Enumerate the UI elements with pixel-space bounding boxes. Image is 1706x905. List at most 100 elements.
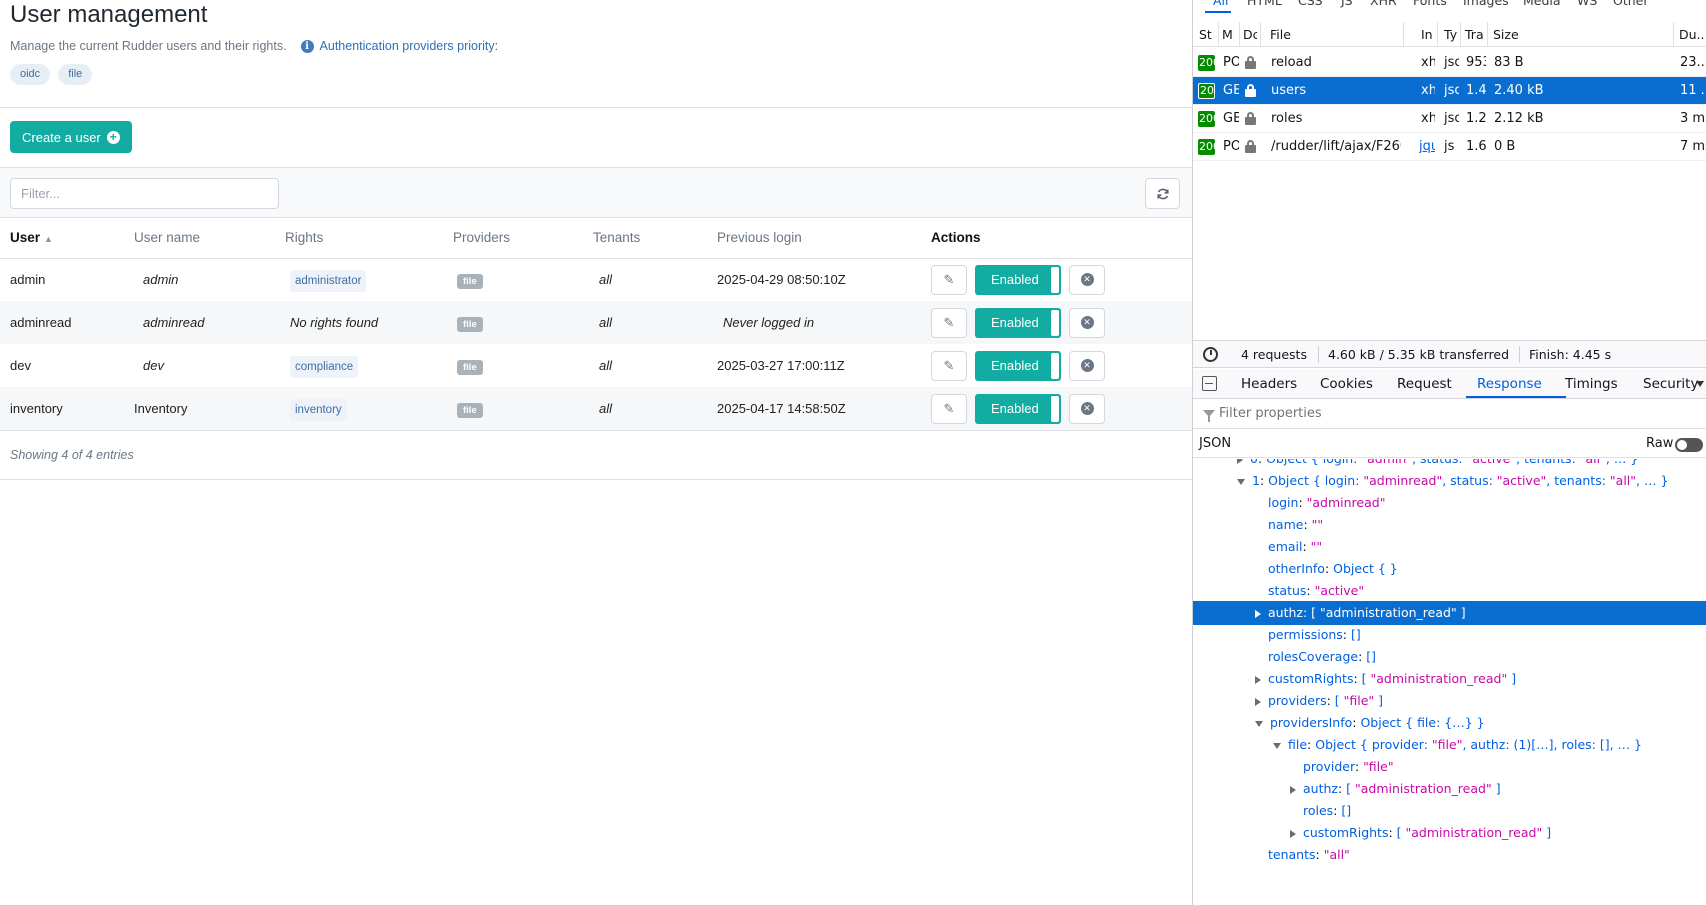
- request-row[interactable]: 200 GE roles xh jso 1.27 2.12 kB 3 ms: [1193, 105, 1706, 133]
- json-tree-row[interactable]: name: "": [1193, 513, 1706, 537]
- status-toggle[interactable]: Enabled: [975, 264, 1061, 295]
- collapsed-arrow-icon[interactable]: [1255, 609, 1261, 618]
- json-tree-row[interactable]: email: "": [1193, 535, 1706, 559]
- json-tree-row[interactable]: customRights: [ "administration_read" ]: [1193, 821, 1706, 845]
- delete-user-button[interactable]: ✕: [1069, 350, 1105, 381]
- json-value: []: [1366, 649, 1376, 664]
- raw-toggle[interactable]: [1675, 438, 1703, 452]
- request-duration: 3 ms: [1680, 111, 1706, 126]
- json-tree-row[interactable]: otherInfo: Object { }: [1193, 557, 1706, 581]
- tab-timings[interactable]: Timings: [1565, 376, 1618, 392]
- json-colon: :: [1388, 825, 1397, 840]
- edit-user-button[interactable]: ✎: [931, 393, 967, 424]
- filter-tab-ws[interactable]: WS: [1577, 0, 1597, 8]
- collapsed-arrow-icon[interactable]: [1237, 459, 1243, 464]
- json-tree-row[interactable]: provider: "file": [1193, 755, 1706, 779]
- column-providers[interactable]: Providers: [443, 218, 583, 259]
- request-row[interactable]: 200 PO reload xh jso 953 83 B 23...: [1193, 49, 1706, 77]
- tab-response[interactable]: Response: [1477, 376, 1542, 392]
- json-key: email: [1268, 539, 1303, 554]
- json-tree-row[interactable]: roles: []: [1193, 799, 1706, 823]
- expanded-arrow-icon[interactable]: [1255, 720, 1263, 727]
- filter-tab-html[interactable]: HTML: [1247, 0, 1282, 8]
- collapsed-arrow-icon[interactable]: [1290, 785, 1296, 794]
- edit-user-button[interactable]: ✎: [931, 307, 967, 338]
- delete-user-button[interactable]: ✕: [1069, 307, 1105, 338]
- json-colon: :: [1353, 671, 1362, 686]
- json-value-part: , authz: (1)[…], roles: [], … }: [1462, 737, 1642, 752]
- request-initiator-link[interactable]: jqu: [1419, 139, 1435, 154]
- column-previous-login[interactable]: Previous login: [707, 218, 921, 259]
- json-tree-row[interactable]: file: Object { provider: "file", authz: …: [1193, 733, 1706, 757]
- filter-properties-input[interactable]: Filter properties: [1219, 406, 1322, 421]
- json-tree-row[interactable]: authz: [ "administration_read" ]: [1193, 777, 1706, 801]
- column-rights[interactable]: Rights: [275, 218, 443, 259]
- collapsed-arrow-icon[interactable]: [1255, 697, 1261, 706]
- refresh-button[interactable]: [1145, 178, 1180, 209]
- tab-request[interactable]: Request: [1397, 376, 1452, 392]
- delete-user-button[interactable]: ✕: [1069, 264, 1105, 295]
- status-toggle[interactable]: Enabled: [975, 393, 1061, 424]
- filter-tab-xhr[interactable]: XHR: [1370, 0, 1397, 8]
- filter-tab-js[interactable]: JS: [1341, 0, 1353, 8]
- request-type: jso: [1444, 83, 1459, 98]
- col-method[interactable]: M: [1222, 27, 1236, 42]
- json-value: [ "file" ]: [1335, 693, 1383, 708]
- expanded-arrow-icon[interactable]: [1273, 742, 1281, 749]
- lock-icon: [1245, 112, 1256, 125]
- col-domain[interactable]: Dc: [1243, 27, 1257, 42]
- filter-tab-other[interactable]: Other: [1613, 0, 1649, 8]
- create-user-label: Create a user: [22, 129, 101, 145]
- json-tree-row[interactable]: login: "adminread": [1193, 491, 1706, 515]
- json-tree-row[interactable]: rolesCoverage: []: [1193, 645, 1706, 669]
- filter-tab-css[interactable]: CSS: [1298, 0, 1323, 8]
- collapsed-arrow-icon[interactable]: [1255, 675, 1261, 684]
- json-tree-row[interactable]: authz: [ "administration_read" ]: [1193, 601, 1706, 625]
- col-size[interactable]: Size: [1493, 27, 1643, 42]
- create-user-button[interactable]: Create a user +: [10, 121, 132, 153]
- info-icon: i: [300, 39, 314, 53]
- filter-tab-fonts[interactable]: Fonts: [1413, 0, 1447, 8]
- status-toggle[interactable]: Enabled: [975, 307, 1061, 338]
- request-row-selected[interactable]: 200 GE users xh jso 1.45 2.40 kB 11 ...: [1193, 77, 1706, 105]
- col-transferred[interactable]: Tra: [1465, 27, 1485, 42]
- json-colon: :: [1303, 517, 1312, 532]
- col-initiator[interactable]: In: [1421, 27, 1435, 42]
- filter-tab-media[interactable]: Media: [1523, 0, 1561, 8]
- json-value-part: , status:: [1442, 473, 1497, 488]
- json-tree-row[interactable]: providersInfo: Object { file: {…} }: [1193, 711, 1706, 735]
- status-code: 200: [1198, 111, 1215, 127]
- json-tree-row[interactable]: customRights: [ "administration_read" ]: [1193, 667, 1706, 691]
- auth-providers-link[interactable]: Authentication providers priority:: [320, 38, 499, 54]
- column-user[interactable]: User ▲: [0, 218, 124, 259]
- json-tree-row[interactable]: providers: [ "file" ]: [1193, 689, 1706, 713]
- json-tree-row[interactable]: tenants: "all": [1193, 843, 1706, 867]
- tab-security[interactable]: Security: [1643, 376, 1698, 392]
- column-tenants[interactable]: Tenants: [583, 218, 707, 259]
- delete-user-button[interactable]: ✕: [1069, 393, 1105, 424]
- chevron-down-icon[interactable]: [1696, 381, 1704, 387]
- col-duration[interactable]: Du...: [1679, 27, 1705, 42]
- filter-tab-all[interactable]: All: [1213, 0, 1229, 8]
- expanded-arrow-icon[interactable]: [1237, 478, 1245, 485]
- tab-cookies[interactable]: Cookies: [1320, 376, 1373, 392]
- col-status[interactable]: St: [1199, 27, 1215, 42]
- status-toggle[interactable]: Enabled: [975, 350, 1061, 381]
- json-tree-row[interactable]: permissions: []: [1193, 623, 1706, 647]
- filter-tab-images[interactable]: Images: [1463, 0, 1509, 8]
- json-tree-row[interactable]: status: "active": [1193, 579, 1706, 603]
- request-file: users: [1271, 83, 1307, 98]
- provider-badge: file: [457, 360, 483, 375]
- edit-user-button[interactable]: ✎: [931, 350, 967, 381]
- page-header: User management Manage the current Rudde…: [0, 0, 1192, 108]
- request-row[interactable]: 200 PO /rudder/lift/ajax/F26030 jqu js 1…: [1193, 133, 1706, 161]
- edit-user-button[interactable]: ✎: [931, 264, 967, 295]
- filter-input[interactable]: [10, 178, 279, 209]
- tab-headers[interactable]: Headers: [1241, 376, 1297, 392]
- toggle-panel-icon[interactable]: [1202, 376, 1217, 391]
- column-username[interactable]: User name: [124, 218, 275, 259]
- col-type[interactable]: Ty: [1444, 27, 1458, 42]
- collapsed-arrow-icon[interactable]: [1290, 829, 1296, 838]
- json-tree-row[interactable]: 1: Object { login: "adminread", status: …: [1193, 469, 1706, 493]
- col-file[interactable]: File: [1270, 27, 1400, 42]
